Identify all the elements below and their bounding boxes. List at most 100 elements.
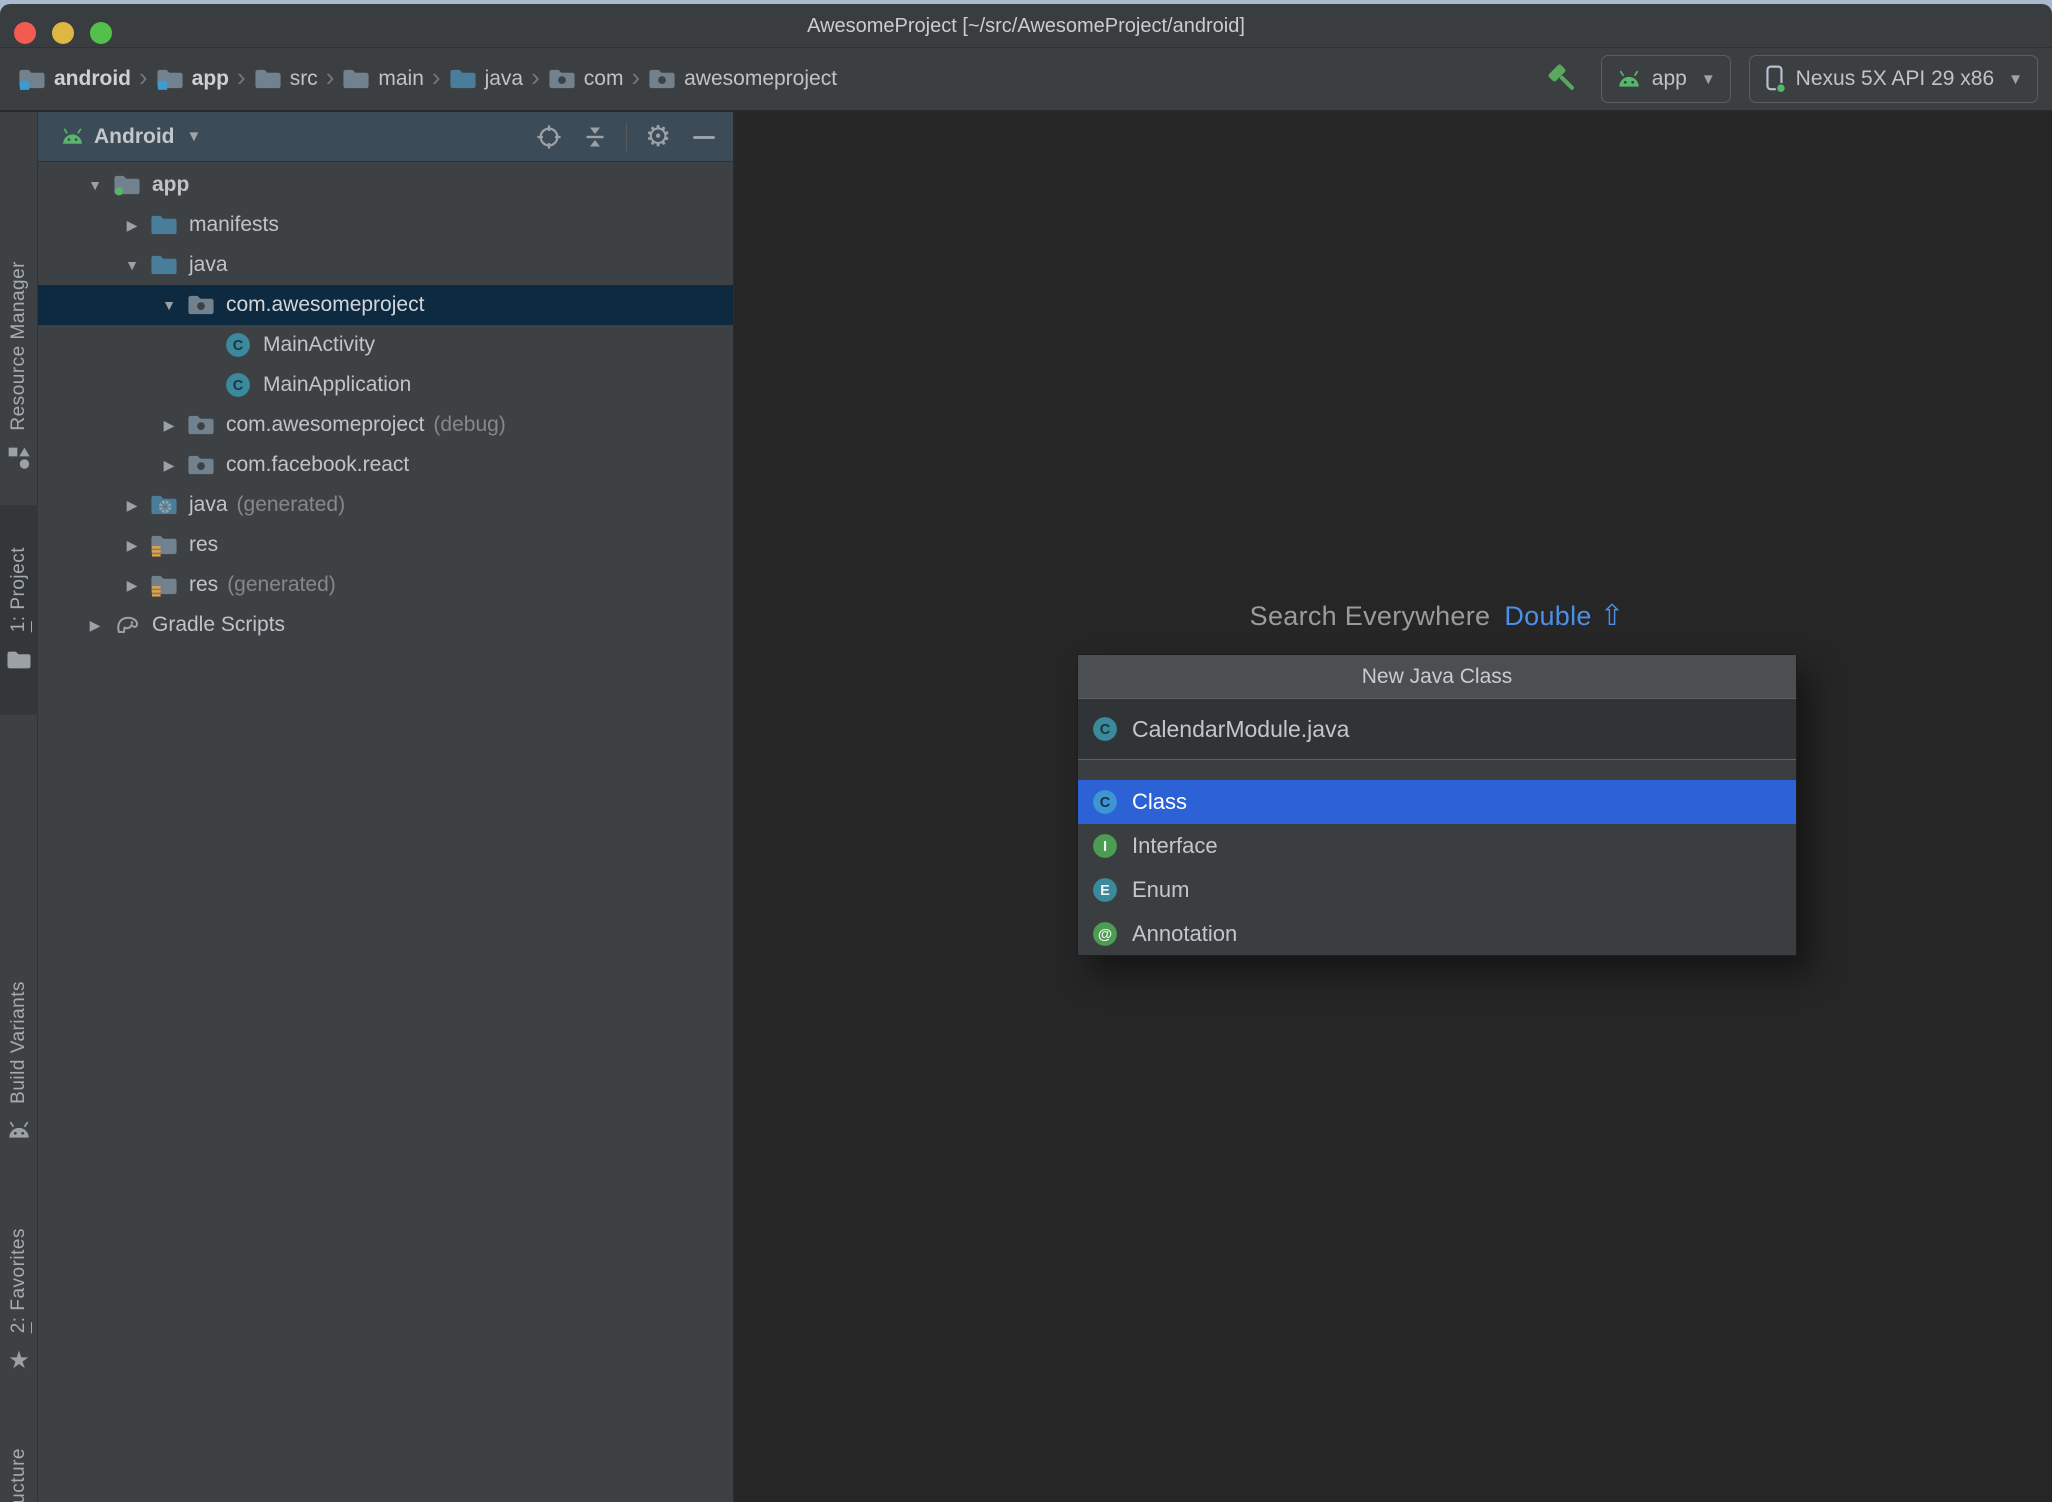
class-name-value: CalendarModule.java (1132, 715, 1350, 742)
android-robot-icon (60, 128, 85, 145)
kind-option-label: Annotation (1132, 921, 1238, 946)
breadcrumb-separator-icon: › (237, 62, 246, 92)
tree-row-com-facebook-react[interactable]: ▶ com.facebook.react (38, 445, 733, 485)
stripe-item-structure[interactable]: 7: Structure (0, 1430, 38, 1502)
favorites-star-icon: ★ (8, 1346, 30, 1374)
window-title: AwesomeProject [~/src/AwesomeProject/and… (807, 15, 1245, 37)
breadcrumb-item-com[interactable]: com (548, 67, 624, 91)
collapsed-arrow-icon[interactable]: ▶ (156, 417, 182, 434)
breadcrumb-item-app[interactable]: app (156, 67, 229, 91)
svg-text:C: C (1100, 794, 1111, 810)
source-folder-icon (449, 67, 477, 91)
tree-item-label: com.awesomeproject (226, 293, 425, 316)
hide-panel-icon[interactable] (689, 122, 719, 152)
kind-option-enum[interactable]: E Enum (1078, 868, 1796, 912)
folder-teal-icon (150, 213, 178, 237)
tree-item-label: MainActivity (263, 333, 376, 356)
breadcrumb-item-src[interactable]: src (254, 67, 318, 91)
tree-row-java[interactable]: ▶ java (generated) (38, 485, 733, 525)
stripe-item-label: Build Variants (8, 980, 29, 1104)
expanded-arrow-icon[interactable]: ▼ (82, 177, 108, 193)
kind-option-label: Class (1132, 789, 1188, 814)
svg-text:C: C (233, 338, 244, 354)
collapsed-arrow-icon[interactable]: ▶ (119, 537, 145, 554)
class-teal-icon: C (225, 372, 251, 398)
stripe-item-resource-manager[interactable]: Resource Manager (0, 232, 38, 500)
collapsed-arrow-icon[interactable]: ▶ (82, 617, 108, 634)
folder-icon (254, 67, 282, 91)
breadcrumb-item-awesomeproject[interactable]: awesomeproject (648, 67, 837, 91)
kind-option-class[interactable]: C Class (1078, 780, 1796, 824)
breadcrumb-separator-icon: › (531, 62, 540, 92)
project-folder-icon (6, 649, 32, 671)
android-studio-window: AwesomeProject [~/src/AwesomeProject/and… (0, 0, 2052, 1502)
enum-teal-icon: E (1092, 877, 1118, 904)
collapsed-arrow-icon[interactable]: ▶ (119, 497, 145, 514)
tree-row-app[interactable]: ▼ app (38, 165, 733, 205)
breadcrumb-label: awesomeproject (684, 67, 838, 90)
svg-text:C: C (1100, 721, 1111, 737)
expanded-arrow-icon[interactable]: ▼ (119, 257, 145, 273)
collapsed-arrow-icon[interactable]: ▶ (119, 577, 145, 594)
popup-title: New Java Class (1078, 655, 1796, 699)
panel-header-actions: ⚙ (534, 112, 719, 162)
breadcrumb-label: app (191, 67, 230, 90)
tree-item-label: res (189, 573, 219, 596)
stripe-item-favorites[interactable]: 2: Favorites ★ (0, 1210, 38, 1392)
search-everywhere-hint: Search Everywhere Double ⇧ (1077, 598, 1797, 633)
class-name-input[interactable]: C CalendarModule.java (1078, 699, 1796, 760)
kind-list: C Class I Interface E Enum @ Annotation (1078, 780, 1796, 956)
tree-row-MainApplication[interactable]: C MainApplication (38, 365, 733, 405)
collapsed-arrow-icon[interactable]: ▶ (156, 457, 182, 474)
tree-row-res[interactable]: ▶ res (38, 525, 733, 565)
project-view-selector[interactable]: Android ▼ (60, 125, 201, 149)
tree-row-com-awesomeproject[interactable]: ▼ com.awesomeproject (38, 285, 733, 325)
build-hammer-icon[interactable] (1543, 59, 1583, 99)
tree-row-java[interactable]: ▼ java (38, 245, 733, 285)
interface-green-icon: I (1092, 833, 1118, 860)
project-panel-header: Android ▼ ⚙ (38, 112, 733, 162)
run-configuration-select[interactable]: app ▼ (1600, 55, 1731, 103)
package-icon (187, 453, 215, 477)
hint-shortcut: Double (1504, 601, 1592, 631)
kind-option-interface[interactable]: I Interface (1078, 824, 1796, 868)
collapsed-arrow-icon[interactable]: ▶ (119, 217, 145, 234)
tree-row-manifests[interactable]: ▶ manifests (38, 205, 733, 245)
toolbar-separator (626, 122, 627, 152)
build-variants-icon (6, 1121, 32, 1139)
tree-row-res[interactable]: ▶ res (generated) (38, 565, 733, 605)
kind-option-annotation[interactable]: @ Annotation (1078, 912, 1796, 956)
chevron-down-icon: ▼ (186, 128, 202, 145)
class-teal-icon: C (1092, 716, 1118, 743)
expanded-arrow-icon[interactable]: ▼ (156, 297, 182, 313)
tree-item-label: java (189, 253, 228, 276)
tree-item-label: res (189, 533, 219, 556)
tree-item-label: app (152, 173, 190, 196)
breadcrumb-item-java[interactable]: java (449, 67, 524, 91)
breadcrumb-item-main[interactable]: main (342, 67, 424, 91)
shift-key-icon: ⇧ (1599, 600, 1625, 632)
tree-row-Gradle-Scripts[interactable]: ▶ Gradle Scripts (38, 605, 733, 645)
breadcrumb-label: com (583, 67, 624, 90)
breadcrumb-label: main (378, 67, 424, 90)
collapse-all-icon[interactable] (580, 122, 610, 152)
select-opened-file-icon[interactable] (534, 122, 564, 152)
stripe-item-project[interactable]: 1: Project (0, 505, 38, 715)
breadcrumb-label: java (484, 67, 524, 90)
project-tool-window: Android ▼ ⚙ ▼ app ▶ manifests ▼ java ▼ c… (38, 112, 735, 1502)
tree-item-label: java (189, 493, 228, 516)
breadcrumb: android › app › src › main › java › com › awesomepro… (18, 48, 837, 110)
project-view-label: Android (94, 124, 175, 148)
stripe-item-label: 1: Project (8, 547, 29, 633)
device-phone-icon (1764, 65, 1786, 93)
settings-gear-icon[interactable]: ⚙ (643, 122, 673, 152)
res-folder-icon (150, 573, 178, 597)
tree-row-MainActivity[interactable]: C MainActivity (38, 325, 733, 365)
svg-text:E: E (1100, 882, 1110, 898)
tree-row-com-awesomeproject[interactable]: ▶ com.awesomeproject (debug) (38, 405, 733, 445)
stripe-item-build-variants[interactable]: Build Variants (0, 962, 38, 1162)
module-folder-icon (156, 67, 184, 91)
tool-window-stripe: Resource Manager 1: Project Build Variants… (0, 112, 38, 1502)
device-select[interactable]: Nexus 5X API 29 x86 ▼ (1748, 55, 2038, 103)
breadcrumb-item-android[interactable]: android (18, 67, 131, 91)
